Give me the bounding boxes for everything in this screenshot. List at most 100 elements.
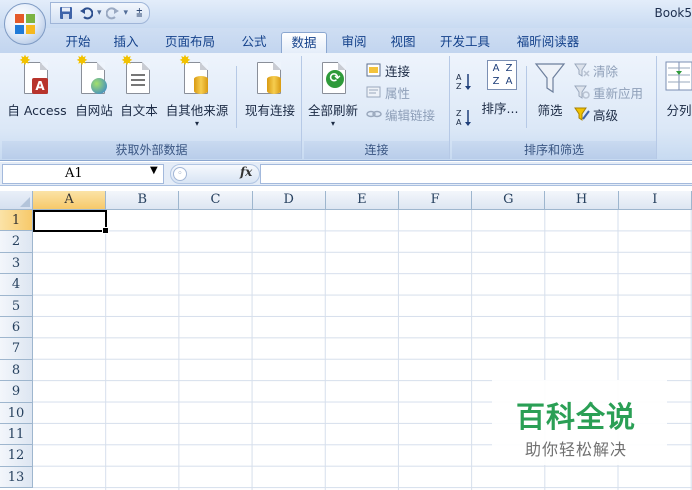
sort-ascending-icon: AZ bbox=[456, 72, 472, 91]
separator bbox=[236, 66, 237, 128]
sort-button[interactable]: A Z Z A 排序... bbox=[476, 56, 524, 138]
undo-dropdown-icon[interactable]: ▾ bbox=[97, 8, 102, 18]
edit-links-button[interactable]: 编辑链接 bbox=[366, 104, 435, 124]
svg-text:Z: Z bbox=[456, 82, 462, 91]
group-label-connections: 连接 bbox=[304, 141, 449, 159]
advanced-filter-button[interactable]: 高级 bbox=[574, 104, 618, 124]
refresh-icon: ⟳ bbox=[316, 58, 350, 98]
row-header[interactable]: 10 bbox=[0, 402, 33, 424]
sort-ascending-button[interactable]: AZ bbox=[456, 70, 472, 91]
filter-funnel-icon bbox=[533, 58, 567, 98]
column-header-c[interactable]: C bbox=[179, 191, 253, 210]
text-file-icon: ✸ bbox=[121, 54, 156, 98]
properties-icon bbox=[366, 84, 382, 100]
sort-descending-icon: ZA bbox=[456, 108, 472, 127]
existing-connections-button[interactable]: 现有连接 bbox=[240, 56, 300, 138]
advanced-filter-icon bbox=[574, 106, 590, 122]
redo-icon[interactable] bbox=[104, 4, 122, 22]
office-button[interactable] bbox=[4, 3, 46, 45]
customize-qat-icon[interactable]: ⩲ bbox=[136, 6, 142, 20]
watermark-title: 百科全说 bbox=[516, 400, 637, 434]
clear-filter-button[interactable]: 清除 bbox=[574, 60, 618, 80]
row-header[interactable]: 6 bbox=[0, 317, 33, 339]
row-header[interactable]: 8 bbox=[0, 359, 33, 382]
row-header[interactable]: 12 bbox=[0, 445, 33, 467]
sort-descending-button[interactable]: ZA bbox=[456, 106, 472, 127]
select-all-corner[interactable] bbox=[0, 191, 33, 210]
undo-icon[interactable] bbox=[77, 4, 95, 22]
group-label-sort-filter: 排序和筛选 bbox=[452, 141, 656, 159]
expand-collapse-icon[interactable]: ◦ bbox=[173, 167, 187, 181]
name-box-dropdown-icon[interactable]: ▼ bbox=[150, 165, 158, 176]
tab-formulas[interactable]: 公式 bbox=[232, 32, 276, 53]
filter-button[interactable]: 筛选 bbox=[530, 56, 570, 138]
column-header-i[interactable]: I bbox=[618, 191, 692, 210]
title-bar: ▾ ▾ ⩲ Book5 bbox=[0, 0, 692, 28]
from-other-sources-button[interactable]: ✸ 自其他来源 ▾ bbox=[162, 54, 232, 138]
tab-foxit-reader[interactable]: 福昕阅读器 bbox=[506, 32, 590, 53]
column-header-d[interactable]: D bbox=[252, 191, 326, 210]
row-header[interactable]: 7 bbox=[0, 338, 33, 360]
row-header[interactable]: 1 bbox=[0, 210, 33, 232]
window-title: Book5 bbox=[654, 6, 692, 20]
column-header-a[interactable]: A bbox=[33, 191, 107, 210]
group-connections: ⟳ 全部刷新 ▾ 连接 属性 编辑链接 连接 bbox=[304, 56, 450, 159]
group-get-external-data: ✸ A 自 Access ✸ 自网站 ✸ 自文本 ✸ 自其他来源 ▾ 现有连接 … bbox=[2, 54, 302, 159]
redo-dropdown-icon[interactable]: ▾ bbox=[124, 8, 129, 18]
sort-dialog-icon: A Z Z A bbox=[483, 58, 517, 98]
from-access-button[interactable]: ✸ A 自 Access bbox=[4, 54, 70, 138]
svg-text:A: A bbox=[456, 73, 462, 82]
database-icon: ✸ bbox=[179, 54, 214, 98]
active-cell-a1[interactable] bbox=[33, 210, 109, 234]
globe-icon: ✸ bbox=[76, 54, 111, 98]
column-header-g[interactable]: G bbox=[472, 191, 546, 210]
separator bbox=[526, 66, 527, 128]
reapply-filter-icon bbox=[574, 84, 590, 100]
access-icon: ✸ A bbox=[19, 54, 54, 98]
connections-icon bbox=[366, 62, 382, 78]
column-header-f[interactable]: F bbox=[399, 191, 473, 210]
office-logo-icon bbox=[15, 14, 35, 34]
formula-bar: A1 ▼ ◦ fx bbox=[0, 162, 692, 186]
reapply-button[interactable]: 重新应用 bbox=[574, 82, 643, 102]
from-text-button[interactable]: ✸ 自文本 bbox=[117, 54, 161, 138]
text-to-columns-button[interactable]: 分列 bbox=[659, 56, 692, 138]
existing-connections-icon bbox=[253, 58, 287, 98]
row-header[interactable]: 2 bbox=[0, 231, 33, 253]
quick-access-toolbar: ▾ ▾ ⩲ bbox=[50, 2, 150, 24]
text-to-columns-icon bbox=[662, 58, 692, 98]
svg-text:Z: Z bbox=[456, 109, 462, 118]
column-header-e[interactable]: E bbox=[325, 191, 399, 210]
tab-view[interactable]: 视图 bbox=[381, 32, 425, 53]
watermark: 百科全说 助你轻松解决 bbox=[492, 380, 667, 465]
ribbon-tabs: 开始 插入 页面布局 公式 数据 审阅 视图 开发工具 福昕阅读器 bbox=[0, 28, 692, 53]
group-data-tools: 分列 bbox=[659, 56, 692, 159]
row-header[interactable]: 11 bbox=[0, 424, 33, 446]
link-icon bbox=[366, 106, 382, 122]
formula-input[interactable] bbox=[260, 164, 692, 184]
group-label-external: 获取外部数据 bbox=[2, 141, 301, 159]
name-box[interactable]: A1 bbox=[2, 164, 164, 184]
tab-data[interactable]: 数据 bbox=[281, 32, 327, 53]
row-header[interactable]: 3 bbox=[0, 252, 33, 275]
row-header[interactable]: 9 bbox=[0, 381, 33, 403]
from-web-button[interactable]: ✸ 自网站 bbox=[72, 54, 116, 138]
tab-review[interactable]: 审阅 bbox=[332, 32, 376, 53]
tab-home[interactable]: 开始 bbox=[56, 32, 100, 53]
column-header-h[interactable]: H bbox=[545, 191, 619, 210]
clear-filter-icon bbox=[574, 62, 590, 78]
tab-insert[interactable]: 插入 bbox=[104, 32, 148, 53]
connections-button[interactable]: 连接 bbox=[366, 60, 410, 80]
properties-button[interactable]: 属性 bbox=[366, 82, 410, 102]
insert-function-icon[interactable]: fx bbox=[240, 165, 252, 179]
row-header[interactable]: 13 bbox=[0, 466, 33, 489]
column-header-b[interactable]: B bbox=[106, 191, 180, 210]
tab-page-layout[interactable]: 页面布局 bbox=[154, 32, 226, 53]
tab-developer[interactable]: 开发工具 bbox=[430, 32, 500, 53]
row-header[interactable]: 4 bbox=[0, 274, 33, 296]
refresh-all-button[interactable]: ⟳ 全部刷新 ▾ bbox=[304, 56, 362, 138]
refresh-dropdown-icon: ▾ bbox=[330, 119, 335, 128]
save-icon[interactable] bbox=[57, 4, 75, 22]
other-sources-dropdown-icon: ▾ bbox=[194, 119, 199, 128]
row-header[interactable]: 5 bbox=[0, 295, 33, 317]
